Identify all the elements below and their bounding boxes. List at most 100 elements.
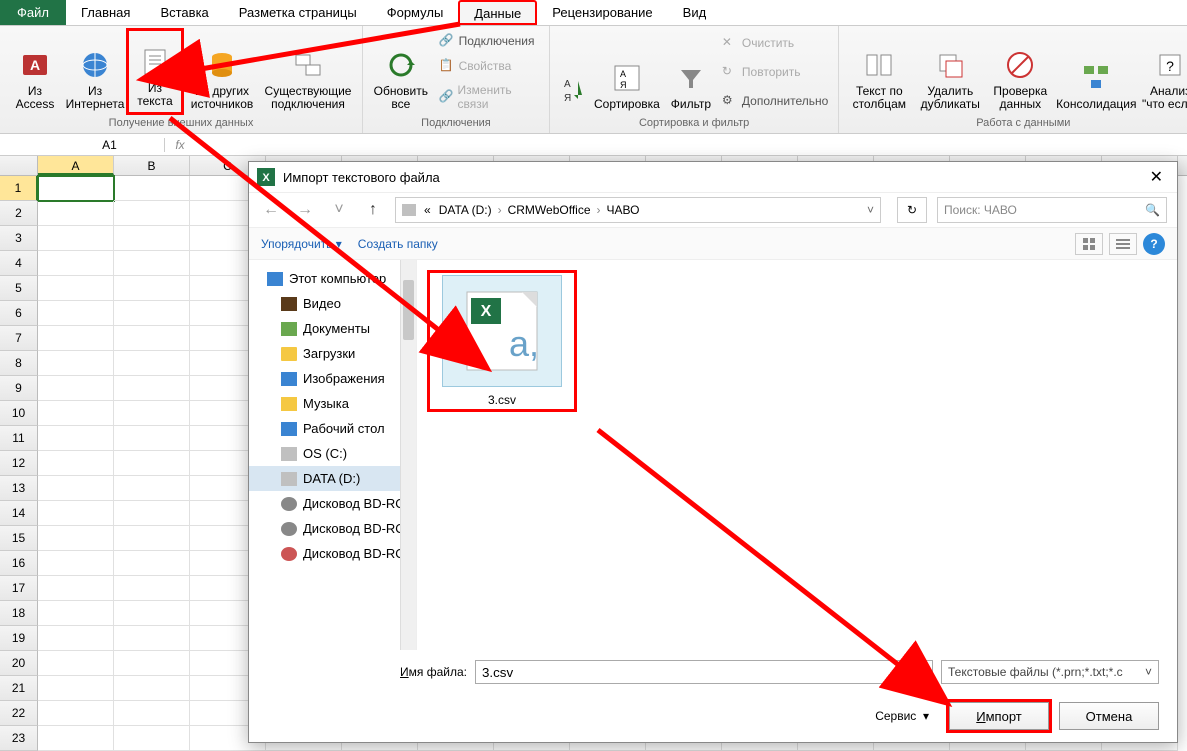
tree-bd2[interactable]: Дисковод BD-RO [249,516,416,541]
cell[interactable] [38,626,114,651]
cell[interactable] [38,226,114,251]
row-header[interactable]: 20 [0,651,38,676]
path-root[interactable]: DATA (D:) [435,203,496,217]
path-leaf[interactable]: ЧАВО [603,203,644,217]
cell[interactable] [38,676,114,701]
col-header[interactable]: B [114,156,190,175]
row-header[interactable]: 12 [0,451,38,476]
row-header[interactable]: 15 [0,526,38,551]
cell[interactable] [114,351,190,376]
cell[interactable] [114,676,190,701]
cell[interactable] [38,251,114,276]
cell[interactable] [114,251,190,276]
tab-view[interactable]: Вид [668,0,722,25]
cell[interactable] [114,551,190,576]
help-button[interactable]: ? [1143,233,1165,255]
cell[interactable] [114,176,190,201]
filter-button[interactable]: Фильтр [666,28,716,115]
organize-button[interactable]: Упорядочить ▾ [261,237,342,251]
row-header[interactable]: 10 [0,401,38,426]
nav-forward-icon[interactable]: → [293,201,317,219]
remove-dup-button[interactable]: Удалить дубликаты [915,28,985,115]
cell[interactable] [38,526,114,551]
tools-dropdown[interactable]: Сервис ▾ [875,709,929,723]
cell[interactable] [38,601,114,626]
consolidate-button[interactable]: Консолидация [1055,28,1137,115]
cell[interactable] [114,426,190,451]
cell[interactable] [114,626,190,651]
cell[interactable] [38,426,114,451]
path-mid[interactable]: CRMWebOffice [504,203,595,217]
from-web-button[interactable]: Из Интернета [66,28,124,115]
cancel-button[interactable]: Отмена [1059,702,1159,730]
col-header[interactable]: A [38,156,114,175]
view-icons-button[interactable] [1075,233,1103,255]
clear-button[interactable]: ✕Очистить [718,33,832,53]
other-sources-button[interactable]: Из других источников [186,28,258,115]
tree-music[interactable]: Музыка [249,391,416,416]
chevron-down-icon[interactable]: ˅ [867,203,874,217]
cell[interactable] [114,651,190,676]
row-header[interactable]: 5 [0,276,38,301]
tab-data[interactable]: Данные [458,0,537,25]
scrollbar-thumb[interactable] [403,280,414,340]
cell[interactable] [38,551,114,576]
cell[interactable] [114,476,190,501]
validation-button[interactable]: Проверка данных [987,28,1053,115]
tab-layout[interactable]: Разметка страницы [224,0,372,25]
row-header[interactable]: 22 [0,701,38,726]
row-header[interactable]: 18 [0,601,38,626]
cell[interactable] [114,326,190,351]
cell[interactable] [38,576,114,601]
tree-scrollbar[interactable] [400,260,416,650]
cell[interactable] [38,726,114,751]
tab-formulas[interactable]: Формулы [372,0,459,25]
tab-review[interactable]: Рецензирование [537,0,667,25]
cell[interactable] [38,701,114,726]
nav-up-icon[interactable]: ↑ [361,201,385,219]
cell[interactable] [114,226,190,251]
row-header[interactable]: 13 [0,476,38,501]
existing-conn-button[interactable]: Существующие подключения [260,28,356,115]
tree-bd3[interactable]: Дисковод BD-RO [249,541,416,566]
tree-downloads[interactable]: Загрузки [249,341,416,366]
path-bar[interactable]: « DATA (D:) › CRMWebOffice › ЧАВО ˅ [395,197,881,223]
cell[interactable] [114,726,190,751]
tree-bd1[interactable]: Дисковод BD-RO [249,491,416,516]
cell[interactable] [38,176,114,201]
text-to-cols-button[interactable]: Текст по столбцам [845,28,913,115]
cell[interactable] [38,501,114,526]
tab-insert[interactable]: Вставка [145,0,223,25]
cell[interactable] [114,401,190,426]
from-text-button[interactable]: Из текста [126,28,184,115]
cell[interactable] [38,476,114,501]
cell[interactable] [114,701,190,726]
filetype-dropdown[interactable]: Текстовые файлы (*.prn;*.txt;*.c˅ [941,660,1159,684]
filename-input[interactable] [475,660,933,684]
fx-icon[interactable]: fx [165,138,195,152]
row-header[interactable]: 19 [0,626,38,651]
row-header[interactable]: 14 [0,501,38,526]
file-area[interactable]: Xa, 3.csv [417,260,1177,650]
row-header[interactable]: 8 [0,351,38,376]
view-list-button[interactable] [1109,233,1137,255]
tab-file[interactable]: Файл [0,0,66,25]
close-icon[interactable]: ✕ [1144,165,1169,189]
new-folder-button[interactable]: Создать папку [358,237,438,251]
row-header[interactable]: 7 [0,326,38,351]
cell[interactable] [38,201,114,226]
cell[interactable] [38,651,114,676]
name-box[interactable]: A1 [55,138,165,152]
cell[interactable] [114,201,190,226]
cell[interactable] [114,601,190,626]
tree-this-pc[interactable]: Этот компьютер [249,266,416,291]
row-header[interactable]: 17 [0,576,38,601]
whatif-button[interactable]: ? Анализ "что если" [1139,28,1187,115]
cell[interactable] [38,326,114,351]
refresh-all-button[interactable]: Обновить все [369,28,433,115]
search-input[interactable]: Поиск: ЧАВО 🔍 [937,197,1167,223]
row-header[interactable]: 2 [0,201,38,226]
from-access-button[interactable]: A Из Access [6,28,64,115]
row-header[interactable]: 21 [0,676,38,701]
cell[interactable] [38,376,114,401]
